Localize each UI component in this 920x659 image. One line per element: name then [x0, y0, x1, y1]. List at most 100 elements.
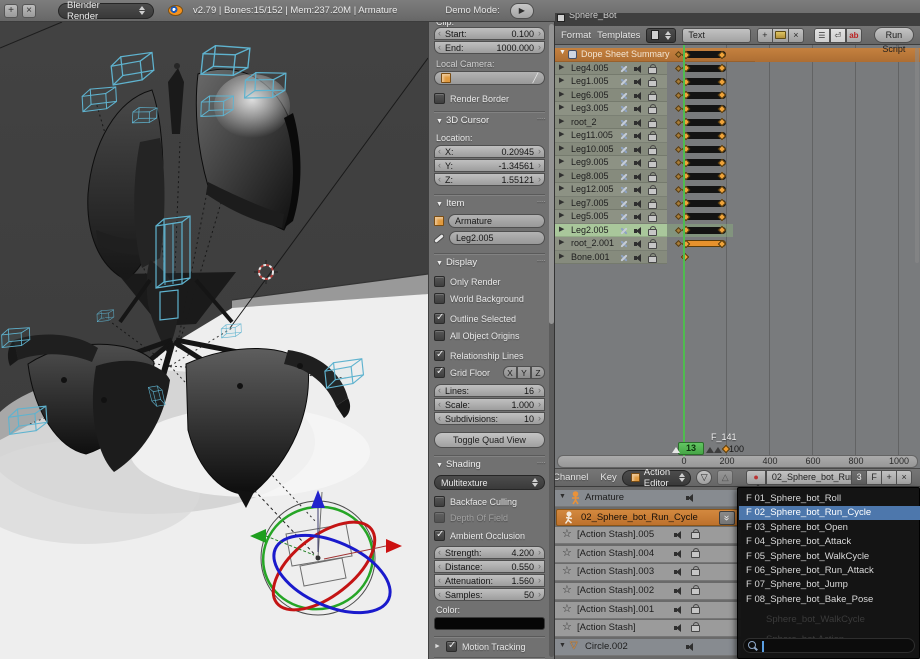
- text-datablock-browse[interactable]: [646, 28, 676, 43]
- expand-icon[interactable]: ▶: [559, 238, 564, 246]
- dropdown-item[interactable]: F 04_Sphere_bot_Attack: [739, 535, 920, 549]
- blender-logo-icon[interactable]: [168, 5, 183, 16]
- relationship-lines-checkbox[interactable]: [434, 350, 445, 361]
- marker-triangle[interactable]: [714, 447, 722, 453]
- dope-channel-row[interactable]: ▶Leg4.005: [555, 62, 920, 76]
- mute-speaker-icon[interactable]: [633, 104, 643, 114]
- channel-name-cell[interactable]: ▶root_2.001: [555, 237, 667, 251]
- timeline-scrollbar[interactable]: 02004006008001000: [557, 455, 918, 468]
- dropdown-item[interactable]: F 05_Sphere_bot_WalkCycle: [739, 550, 920, 564]
- channel-name-cell[interactable]: ▶Leg2.005: [555, 224, 667, 238]
- text-datablock-name[interactable]: Text: [682, 28, 750, 43]
- dope-channel-row[interactable]: ▶Leg5.005: [555, 210, 920, 224]
- dope-channel-row[interactable]: ▶Leg6.005: [555, 89, 920, 103]
- lock-icon[interactable]: [648, 121, 657, 128]
- lock-icon[interactable]: [648, 229, 657, 236]
- modifiers-icon[interactable]: [619, 77, 629, 87]
- current-frame-indicator[interactable]: 13: [678, 442, 704, 455]
- modifiers-icon[interactable]: [619, 118, 629, 128]
- collapse-icon[interactable]: ▼: [559, 642, 566, 649]
- channel-name-cell[interactable]: ▶Leg1.005: [555, 75, 667, 89]
- mute-speaker-icon[interactable]: [685, 642, 695, 652]
- render-engine-select[interactable]: Blender Render: [58, 3, 154, 19]
- channel-name-cell[interactable]: ▶root_2: [555, 116, 667, 130]
- ambient-occlusion-checkbox[interactable]: [434, 530, 445, 541]
- lock-icon[interactable]: [648, 67, 657, 74]
- axis-z-button[interactable]: Z: [531, 366, 545, 379]
- expand-icon[interactable]: ▶: [559, 144, 564, 152]
- channel-name-cell[interactable]: ▶Leg5.005: [555, 210, 667, 224]
- add-editor-button[interactable]: +: [4, 4, 18, 18]
- lock-icon[interactable]: [648, 80, 657, 87]
- lock-icon[interactable]: [691, 607, 700, 614]
- mute-speaker-icon[interactable]: [633, 145, 643, 155]
- world-background-checkbox[interactable]: [434, 293, 445, 304]
- bone-name-field[interactable]: Leg2.005: [449, 231, 545, 245]
- channel-name-cell[interactable]: ▶Leg11.005: [555, 129, 667, 143]
- channel-name-cell[interactable]: ▶Leg4.005: [555, 62, 667, 76]
- lock-icon[interactable]: [648, 256, 657, 263]
- current-frame-line[interactable]: [683, 45, 685, 456]
- dope-sheet[interactable]: ▼Dope Sheet Summary▶Leg4.005▶Leg1.005▶Le…: [555, 45, 920, 468]
- action-unlink-button[interactable]: ×: [896, 470, 912, 485]
- cursor-x-field[interactable]: X:0.20945: [434, 145, 545, 158]
- ao-attenuation-field[interactable]: Attenuation:1.560: [434, 574, 545, 587]
- mute-speaker-icon[interactable]: [633, 158, 643, 168]
- dope-channel-row[interactable]: ▶Bone.001: [555, 251, 920, 265]
- dope-channel-row[interactable]: ▶Leg10.005: [555, 143, 920, 157]
- grid-subdivisions-field[interactable]: Subdivisions:10: [434, 412, 545, 425]
- action-channel-row[interactable]: ▼▽Circle.002: [555, 639, 741, 656]
- dope-channel-row[interactable]: ▶Leg1.005: [555, 75, 920, 89]
- channel-name-cell[interactable]: ▶Leg12.005: [555, 183, 667, 197]
- object-name-field[interactable]: Armature: [448, 214, 545, 228]
- expand-icon[interactable]: ▶: [559, 103, 564, 111]
- dope-channel-row[interactable]: ▶Leg2.005: [555, 224, 920, 238]
- collapse-icon[interactable]: ▼: [559, 493, 566, 500]
- lock-icon[interactable]: [648, 148, 657, 155]
- action-channel-row[interactable]: ☆[Action Stash].005: [555, 527, 741, 544]
- mute-speaker-icon[interactable]: [673, 530, 683, 540]
- shading-mode-select[interactable]: Multitexture: [434, 475, 545, 490]
- filter-button[interactable]: ▽: [696, 470, 712, 485]
- demo-play-button[interactable]: ▶: [510, 3, 534, 19]
- dropdown-item[interactable]: F 01_Sphere_bot_Roll: [739, 492, 920, 506]
- lock-icon[interactable]: [648, 161, 657, 168]
- channel-name-cell[interactable]: ▶Leg6.005: [555, 89, 667, 103]
- channel-name-cell[interactable]: ▶Leg9.005: [555, 156, 667, 170]
- dropdown-item[interactable]: F 02_Sphere_bot_Run_Cycle: [739, 506, 920, 520]
- modifiers-icon[interactable]: [619, 158, 629, 168]
- expand-icon[interactable]: ▶: [559, 157, 564, 165]
- only-render-checkbox[interactable]: [434, 276, 445, 287]
- lock-icon[interactable]: [691, 588, 700, 595]
- menu-channel[interactable]: Channel: [555, 472, 588, 483]
- 3d-viewport[interactable]: [0, 22, 428, 659]
- syntax-highlight-toggle[interactable]: ab: [846, 28, 862, 43]
- lock-icon[interactable]: [648, 134, 657, 141]
- cursor-section-header[interactable]: ▼3D Cursor: [434, 115, 545, 126]
- channel-name-cell[interactable]: ▶Leg10.005: [555, 143, 667, 157]
- word-wrap-toggle[interactable]: ⏎: [830, 28, 846, 43]
- dope-channel-row[interactable]: ▶Leg7.005: [555, 197, 920, 211]
- color-swatch[interactable]: [434, 617, 545, 630]
- clip-end-field[interactable]: End:1000.000: [434, 41, 545, 54]
- dope-channel-row[interactable]: ▶Leg11.005: [555, 129, 920, 143]
- stash-expand-button[interactable]: «: [719, 511, 735, 525]
- clip-start-field[interactable]: Start:0.100: [434, 27, 545, 40]
- motion-tracking-header[interactable]: ► Motion Tracking: [434, 640, 545, 653]
- expand-icon[interactable]: ▶: [559, 63, 564, 71]
- lock-icon[interactable]: [648, 94, 657, 101]
- dope-channel-row[interactable]: ▶Leg9.005: [555, 156, 920, 170]
- lock-icon[interactable]: [648, 202, 657, 209]
- cursor-z-field[interactable]: Z:1.55121: [434, 173, 545, 186]
- action-channel-row[interactable]: ☆[Action Stash].002: [555, 583, 741, 600]
- dope-channel-row[interactable]: ▼Dope Sheet Summary: [555, 48, 920, 62]
- action-channel-row[interactable]: ☆[Action Stash].001: [555, 602, 741, 619]
- mute-speaker-icon[interactable]: [633, 118, 643, 128]
- lock-icon[interactable]: [648, 215, 657, 222]
- lock-icon[interactable]: [691, 532, 700, 539]
- line-numbers-toggle[interactable]: ☰: [814, 28, 830, 43]
- channel-name-cell[interactable]: ▶Leg3.005: [555, 102, 667, 116]
- mute-speaker-icon[interactable]: [673, 623, 683, 633]
- action-users-button[interactable]: 3: [851, 470, 867, 485]
- expand-arrow-icon[interactable]: ►: [434, 643, 441, 650]
